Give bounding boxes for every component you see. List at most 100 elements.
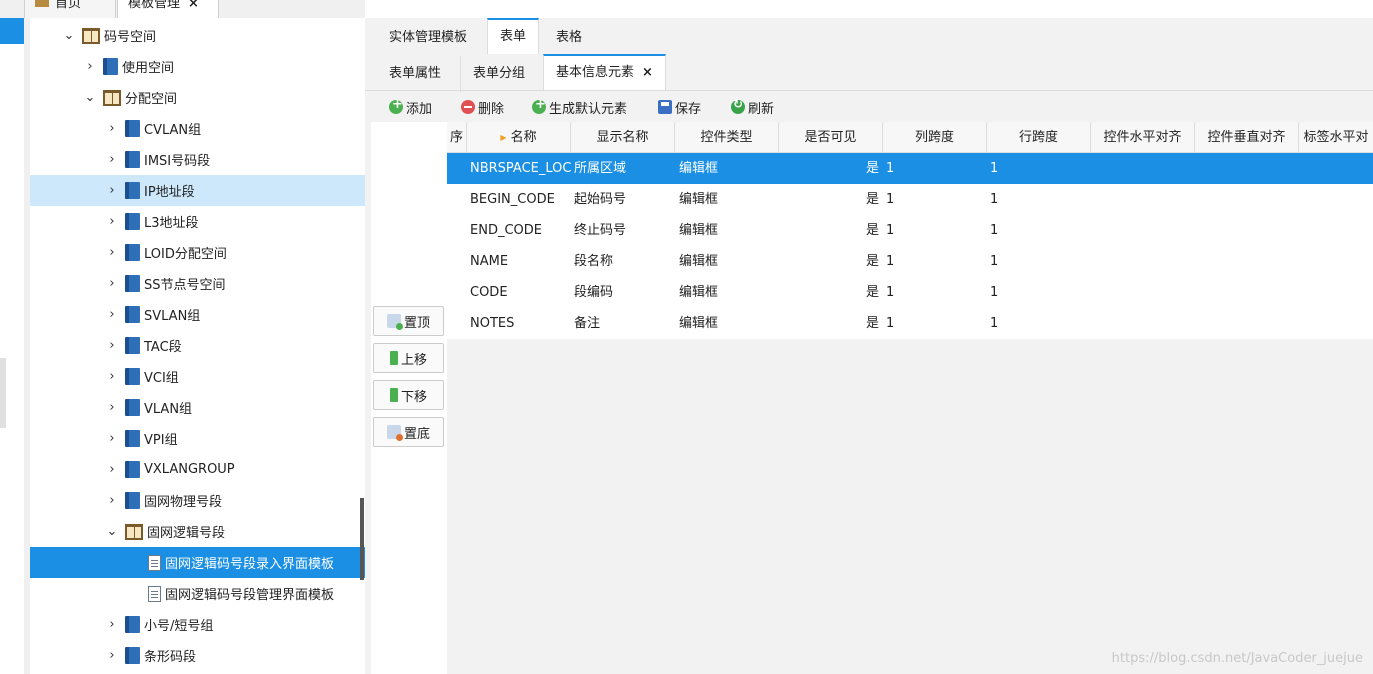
tree-item[interactable]: › SS节点号空间 (30, 268, 365, 299)
close-icon[interactable]: × (188, 0, 199, 11)
chevron-right-icon[interactable]: › (83, 59, 97, 74)
column-header[interactable]: 控件垂直对齐 (1195, 122, 1299, 153)
cell-control-type: 编辑框 (679, 285, 719, 300)
tree-item[interactable]: › VLAN组 (30, 392, 365, 423)
tab-table[interactable]: 表格 (544, 20, 594, 56)
cell-control-type: 编辑框 (679, 223, 719, 238)
tree-item[interactable]: › LOID分配空间 (30, 237, 365, 268)
generate-default-elements-button[interactable]: 生成默认元素 (532, 96, 627, 118)
column-header[interactable]: 序 (447, 122, 467, 153)
cell-rowspan: 1 (990, 254, 999, 269)
chevron-right-icon[interactable]: › (105, 121, 119, 136)
tree-item[interactable]: › IMSI号码段 (30, 144, 365, 175)
chevron-right-icon[interactable]: › (105, 493, 119, 508)
book-icon (125, 647, 140, 664)
tab-form-properties[interactable]: 表单属性 (377, 56, 453, 92)
move-bottom-button[interactable]: 置底 (373, 417, 444, 447)
tree-item[interactable]: › 小号/短号组 (30, 609, 365, 640)
tree-item[interactable]: › 条形码段 (30, 640, 365, 671)
save-button[interactable]: 保存 (658, 96, 701, 118)
refresh-icon (731, 97, 745, 114)
close-icon[interactable]: × (642, 65, 653, 80)
chevron-right-icon[interactable]: › (105, 617, 119, 632)
refresh-button[interactable]: 刷新 (731, 96, 774, 118)
column-header[interactable]: 列跨度 (883, 122, 987, 153)
table-row[interactable]: END_CODE 终止码号 编辑框 是 1 1 (447, 215, 1373, 246)
tree-item[interactable]: › TAC段 (30, 330, 365, 361)
tab-form-groups[interactable]: 表单分组 (460, 56, 537, 92)
chevron-right-icon[interactable]: › (105, 183, 119, 198)
arrow-up-icon (389, 351, 398, 365)
tree-item[interactable]: › L3地址段 (30, 206, 365, 237)
cell-name: NBRSPACE_LOC (470, 161, 572, 176)
chevron-right-icon[interactable]: › (105, 462, 119, 477)
tree-item[interactable]: › VPI组 (30, 423, 365, 454)
chevron-down-icon[interactable]: ⌄ (62, 28, 76, 43)
move-top-button[interactable]: 置顶 (373, 306, 444, 336)
chevron-right-icon[interactable]: › (105, 245, 119, 260)
column-header[interactable]: 显示名称 (571, 122, 675, 153)
cell-name: CODE (470, 285, 508, 300)
cell-colspan: 1 (886, 192, 895, 207)
tree-item[interactable]: › 固网物理号段 (30, 485, 365, 516)
cell-visible: 是 (865, 161, 879, 176)
cell-name: NOTES (470, 316, 515, 331)
tree-item[interactable]: › 使用空间 (30, 51, 365, 82)
chevron-right-icon[interactable]: › (105, 307, 119, 322)
chevron-right-icon[interactable]: › (105, 369, 119, 384)
tree-item-selected[interactable]: 固网逻辑码号段录入界面模板 (30, 547, 365, 578)
cell-colspan: 1 (886, 223, 895, 238)
chevron-right-icon[interactable]: › (105, 431, 119, 446)
cell-display-name: 段编码 (574, 285, 614, 300)
tree-item[interactable]: › CVLAN组 (30, 113, 365, 144)
tab-form[interactable]: 表单 (487, 18, 540, 54)
tree-item[interactable]: › IP地址段 (30, 175, 365, 206)
move-down-button[interactable]: 下移 (373, 380, 444, 410)
book-icon (103, 58, 118, 75)
tree-item[interactable]: ⌄ 固网逻辑号段 (30, 516, 365, 547)
save-icon (658, 100, 672, 114)
tree-item[interactable]: 固网逻辑码号段管理界面模板 (30, 578, 365, 609)
column-header[interactable]: 标签水平对 (1299, 122, 1373, 153)
app-tab-template-management[interactable]: 模板管理 × (117, 0, 219, 18)
chevron-down-icon[interactable]: ⌄ (83, 90, 97, 105)
table-row[interactable]: BEGIN_CODE 起始码号 编辑框 是 1 1 (447, 184, 1373, 215)
tree-item[interactable]: ⌄ 码号空间 (30, 20, 365, 51)
table-row[interactable]: NAME 段名称 编辑框 是 1 1 (447, 246, 1373, 277)
divider (365, 90, 1373, 91)
watermark: https://blog.csdn.net/JavaCoder_juejue (1111, 651, 1363, 666)
chevron-right-icon[interactable]: › (105, 276, 119, 291)
table-row[interactable]: NOTES 备注 编辑框 是 1 1 (447, 308, 1373, 339)
column-header[interactable]: ▶ 名称 (467, 122, 571, 153)
chevron-right-icon[interactable]: › (105, 400, 119, 415)
table-row[interactable]: NBRSPACE_LOC 所属区域 编辑框 是 1 1 (447, 153, 1373, 184)
chevron-right-icon[interactable]: › (105, 648, 119, 663)
table-row[interactable]: CODE 段编码 编辑框 是 1 1 (447, 277, 1373, 308)
tree-scrollbar[interactable] (360, 498, 364, 580)
tree-item[interactable]: › SVLAN组 (30, 299, 365, 330)
column-header[interactable]: 是否可见 (779, 122, 883, 153)
chevron-right-icon[interactable]: › (105, 338, 119, 353)
book-icon (125, 182, 140, 199)
tab-entity-template[interactable]: 实体管理模板 (377, 20, 479, 56)
cell-name: END_CODE (470, 223, 542, 238)
column-header[interactable]: 行跨度 (987, 122, 1091, 153)
tree-item[interactable]: › VXLANGROUP (30, 454, 365, 485)
nav-strip-active-marker[interactable] (0, 18, 24, 44)
app-tab-home[interactable]: 首页 (24, 0, 116, 18)
chevron-right-icon[interactable]: › (105, 214, 119, 229)
move-up-button[interactable]: 上移 (373, 343, 444, 373)
add-button[interactable]: 添加 (389, 96, 432, 118)
chevron-right-icon[interactable]: › (105, 152, 119, 167)
tab-basic-info-elements[interactable]: 基本信息元素 × (543, 54, 666, 90)
column-header[interactable]: 控件水平对齐 (1091, 122, 1195, 153)
tree-item[interactable]: › VCI组 (30, 361, 365, 392)
tree-item[interactable]: ⌄ 分配空间 (30, 82, 365, 113)
column-header[interactable]: 控件类型 (675, 122, 779, 153)
book-icon (125, 430, 140, 447)
chevron-down-icon[interactable]: ⌄ (105, 524, 119, 539)
book-icon (125, 368, 140, 385)
delete-button[interactable]: 删除 (461, 96, 504, 118)
cell-colspan: 1 (886, 316, 895, 331)
nav-strip-scroll[interactable] (0, 358, 6, 428)
